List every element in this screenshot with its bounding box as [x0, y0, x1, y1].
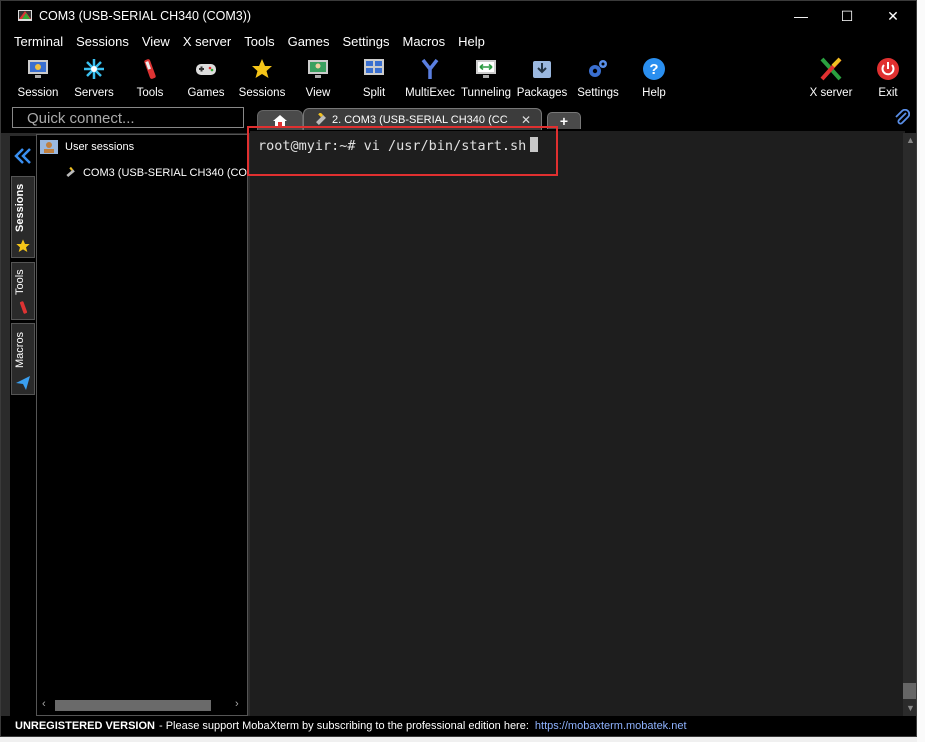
settings-label: Settings [577, 87, 619, 99]
user-sessions-icon [40, 140, 58, 154]
sessions-label: Sessions [238, 87, 286, 99]
maximize-button[interactable]: ☐ [824, 1, 870, 31]
side-tab-tools-label: Tools [14, 269, 26, 295]
servers-button[interactable]: Servers [66, 53, 122, 101]
view-label: View [305, 87, 331, 99]
user-sessions-label: User sessions [65, 141, 135, 153]
background-window-edge [917, 0, 925, 742]
menu-x-server[interactable]: X server [183, 34, 231, 49]
user-sessions-group[interactable]: User sessions [39, 139, 134, 155]
packages-icon [529, 56, 555, 82]
serial-plug-icon [316, 112, 326, 125]
svg-text:?: ? [649, 61, 658, 78]
menu-view[interactable]: View [142, 34, 170, 49]
multiexec-button[interactable]: MultiExec [402, 53, 458, 101]
app-icon [18, 10, 32, 21]
menu-settings[interactable]: Settings [343, 34, 390, 49]
side-tab-tools[interactable]: Tools [11, 262, 35, 320]
scrollbar-thumb[interactable] [903, 683, 916, 699]
highlight-box [247, 126, 558, 176]
side-tab-sessions-label: Sessions [14, 183, 26, 233]
subscribe-link[interactable]: https://mobaxterm.mobatek.net [535, 720, 687, 732]
unregistered-label: UNREGISTERED VERSION [15, 720, 155, 732]
help-label: Help [642, 87, 666, 99]
tunneling-button[interactable]: Tunneling [458, 53, 514, 101]
settings-button[interactable]: Settings [570, 53, 626, 101]
minimize-button[interactable]: — [778, 1, 824, 31]
session-label: Session [17, 87, 59, 99]
mobaxterm-window: COM3 (USB-SERIAL CH340 (COM3)) — ☐ ✕ Ter… [0, 0, 917, 737]
help-button[interactable]: ? Help [626, 53, 682, 101]
sessions-button[interactable]: Sessions [234, 53, 290, 101]
session-item-com3[interactable]: COM3 (USB-SERIAL CH340 (CO [65, 163, 247, 183]
left-side-tabs: Sessions Tools Macros [10, 136, 36, 716]
x-server-icon [818, 56, 844, 82]
scroll-left-icon[interactable]: ‹ [42, 698, 46, 710]
games-button[interactable]: Games [178, 53, 234, 101]
star-icon [249, 56, 275, 82]
tunneling-icon [473, 56, 499, 82]
terminal-vertical-scrollbar[interactable]: ▲ ▼ [903, 133, 916, 716]
view-icon [305, 56, 331, 82]
view-button[interactable]: View [290, 53, 346, 101]
tools-button[interactable]: Tools [122, 53, 178, 101]
sessions-panel: User sessions COM3 (USB-SERIAL CH340 (CO… [36, 134, 248, 716]
title-bar: COM3 (USB-SERIAL CH340 (COM3)) — ☐ ✕ [1, 1, 916, 31]
menu-terminal[interactable]: Terminal [14, 34, 63, 49]
packages-button[interactable]: Packages [514, 53, 570, 101]
menu-help[interactable]: Help [458, 34, 485, 49]
split-icon [361, 56, 387, 82]
scroll-up-icon[interactable]: ▲ [906, 135, 915, 145]
xserver-label: X server [809, 87, 853, 99]
split-button[interactable]: Split [346, 53, 402, 101]
split-label: Split [362, 87, 386, 99]
sessions-horizontal-scrollbar[interactable]: ‹ › [39, 698, 245, 712]
servers-icon [81, 56, 107, 82]
help-icon: ? [641, 56, 667, 82]
tab-label: 2. COM3 (USB-SERIAL CH340 (CC [332, 113, 508, 126]
tab-close-icon[interactable]: ✕ [521, 113, 531, 127]
tunneling-label: Tunneling [460, 87, 512, 99]
gamepad-icon [193, 56, 219, 82]
star-icon [16, 239, 30, 252]
session-button[interactable]: Session [10, 53, 66, 101]
side-tab-macros-label: Macros [14, 331, 26, 369]
exit-button[interactable]: Exit [860, 53, 916, 101]
menu-bar: Terminal Sessions View X server Tools Ga… [1, 31, 916, 51]
menu-sessions[interactable]: Sessions [76, 34, 129, 49]
servers-label: Servers [74, 87, 114, 99]
serial-plug-icon [66, 166, 75, 178]
terminal-area[interactable]: root@myir:~# vi /usr/bin/start.sh [250, 131, 905, 716]
side-tab-sessions[interactable]: Sessions [11, 176, 35, 258]
multiexec-label: MultiExec [405, 87, 455, 99]
window-title: COM3 (USB-SERIAL CH340 (COM3)) [39, 9, 252, 23]
scroll-right-icon[interactable]: › [235, 698, 239, 710]
scrollbar-thumb[interactable] [55, 700, 211, 711]
menu-macros[interactable]: Macros [402, 34, 445, 49]
close-button[interactable]: ✕ [870, 1, 916, 31]
tools-icon [137, 56, 163, 82]
gear-icon [585, 56, 611, 82]
session-item-label: COM3 (USB-SERIAL CH340 (CO [82, 167, 247, 179]
side-tab-macros[interactable]: Macros [11, 323, 35, 395]
status-message: - Please support MobaXterm by subscribin… [158, 720, 529, 732]
paperclip-icon[interactable] [894, 109, 910, 127]
collapse-sidebar-icon[interactable] [13, 146, 33, 169]
quick-connect-input[interactable]: Quick connect... [12, 107, 244, 128]
exit-label: Exit [878, 87, 898, 99]
toolbar: Session Servers Tools Games Sessions Vie… [1, 51, 916, 103]
scroll-down-icon[interactable]: ▼ [906, 703, 915, 713]
tools-icon [19, 301, 28, 314]
tools-label: Tools [136, 87, 164, 99]
power-icon [875, 56, 901, 82]
menu-tools[interactable]: Tools [244, 34, 274, 49]
monitor-icon [25, 56, 51, 82]
paper-plane-icon [16, 376, 30, 390]
xserver-button[interactable]: X server [803, 53, 859, 101]
status-bar: UNREGISTERED VERSION - Please support Mo… [1, 716, 916, 736]
menu-games[interactable]: Games [288, 34, 330, 49]
multiexec-icon [417, 56, 443, 82]
packages-label: Packages [516, 87, 568, 99]
games-label: Games [187, 87, 225, 99]
